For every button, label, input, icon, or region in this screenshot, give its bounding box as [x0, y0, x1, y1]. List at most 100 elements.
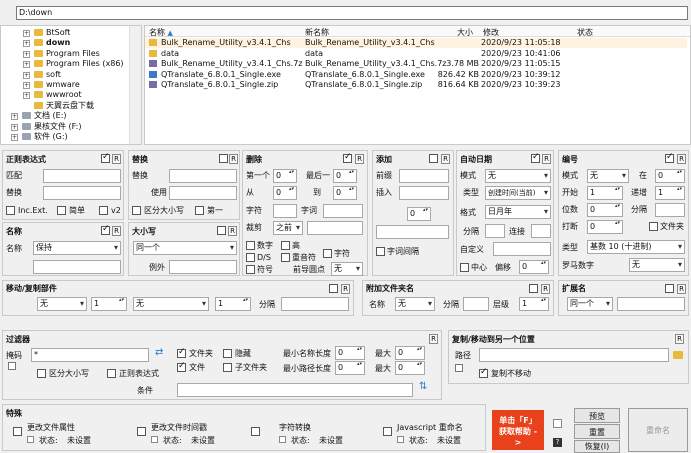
filter-condition-refresh-icon[interactable]: ⇅ — [419, 381, 427, 392]
appendfolder-sep-input[interactable] — [463, 297, 489, 311]
extension-reset-button[interactable]: R — [677, 284, 686, 294]
add-position-spinner[interactable]: 0 — [407, 207, 431, 221]
movecopy-enable-checkbox[interactable] — [329, 284, 338, 293]
add-suffix-input[interactable] — [376, 225, 449, 239]
numbering-pad-spinner[interactable]: 0 — [587, 203, 623, 217]
numbering-sep-input[interactable] — [655, 203, 685, 217]
minimize-icon[interactable] — [553, 419, 562, 428]
numbering-at-spinner[interactable]: 0 — [655, 169, 685, 183]
col-newname[interactable]: 新名称 — [305, 27, 329, 38]
copymove-path-input[interactable] — [479, 348, 669, 362]
expand-toggle-icon[interactable]: + — [23, 61, 30, 69]
case-select[interactable]: 同一个 — [133, 241, 237, 255]
filter-namelen-min-spinner[interactable]: 0 — [335, 346, 365, 360]
remove-digits-checkbox[interactable] — [246, 241, 255, 250]
numbering-incr-spinner[interactable]: 1 — [655, 186, 685, 200]
add-insert-input[interactable] — [399, 186, 449, 200]
remove-crop-input[interactable] — [307, 221, 363, 235]
numbering-break-spinner[interactable]: 0 — [587, 220, 623, 234]
tree-item[interactable]: + wmware — [11, 80, 80, 90]
col-size[interactable]: 大小 — [457, 27, 473, 38]
regex-match-input[interactable] — [43, 169, 121, 183]
regex-simple-checkbox[interactable] — [57, 206, 66, 215]
filter-pathlen-min-spinner[interactable]: 0 — [335, 361, 365, 375]
autodate-custom-input[interactable] — [493, 242, 551, 256]
tree-item[interactable]: + Program Files (x86) — [11, 59, 124, 69]
file-row[interactable]: QTranslate_6.8.0.1_Single.zip QTranslate_… — [145, 80, 687, 90]
autodate-mode-select[interactable]: 无 — [485, 169, 551, 183]
tree-item[interactable]: + wwwroot — [11, 90, 82, 100]
copymove-browse-folder-icon[interactable] — [673, 351, 683, 359]
filter-reset-button[interactable]: R — [429, 334, 438, 344]
filter-regex-checkbox[interactable] — [107, 369, 116, 378]
special-chartrans-checkbox[interactable] — [251, 427, 260, 436]
autodate-connect-input[interactable] — [531, 224, 551, 238]
autodate-center-checkbox[interactable] — [460, 263, 469, 272]
numbering-type-select[interactable]: 基数 10 (十进制) — [587, 240, 685, 254]
special-attr-checkbox[interactable] — [13, 427, 22, 436]
numbering-start-spinner[interactable]: 1 — [587, 186, 623, 200]
filter-swap-icon[interactable]: ⇄ — [155, 347, 163, 358]
expand-toggle-icon[interactable]: + — [23, 30, 30, 37]
autodate-offset-spinner[interactable]: 0 — [519, 260, 549, 274]
remove-chars2-checkbox[interactable] — [323, 249, 332, 258]
regex-reset-button[interactable]: R — [112, 154, 121, 164]
name-enable-checkbox[interactable] — [101, 224, 110, 235]
regex-v2-checkbox[interactable] — [99, 206, 108, 215]
file-row[interactable]: QTranslate_6.8.0.1_Single.exe QTranslate_… — [145, 70, 687, 80]
filter-subfolders-checkbox[interactable] — [223, 363, 232, 372]
copymove-small-icon[interactable] — [455, 364, 463, 372]
remove-chars-input[interactable] — [273, 204, 297, 218]
case-except-input[interactable] — [169, 260, 237, 274]
filter-condition-input[interactable] — [177, 383, 413, 397]
file-row[interactable]: Bulk_Rename_Utility_v3.4.1_Chs Bulk_Renam… — [145, 38, 687, 48]
help-button[interactable]: 单击「F」获取帮助 -> — [492, 410, 544, 450]
copymove-nomove-checkbox[interactable] — [479, 367, 488, 378]
tree-item[interactable]: + down — [11, 38, 70, 48]
remove-to-spinner[interactable]: 0 — [333, 186, 357, 200]
tree-item[interactable]: + 文档 (E:) — [11, 111, 67, 121]
regex-replace-input[interactable] — [43, 186, 121, 200]
remove-from-spinner[interactable]: 0 — [273, 186, 297, 200]
expand-toggle-icon[interactable]: + — [23, 82, 30, 89]
replace-input[interactable] — [169, 169, 237, 183]
file-list[interactable]: 名称 ▲ 新名称 大小 修改 状态 Bulk_Rename_Utility_v3… — [144, 25, 691, 145]
revert-button[interactable]: 恢复(I) — [574, 440, 620, 453]
extension-input[interactable] — [617, 297, 685, 311]
remove-symbols-checkbox[interactable] — [246, 265, 255, 274]
movecopy-select-1[interactable]: 无 — [37, 297, 87, 311]
appendfolder-enable-checkbox[interactable] — [529, 284, 538, 293]
file-row[interactable]: Bulk_Rename_Utility_v3.4.1_Chs.7z Bulk_Re… — [145, 59, 687, 69]
add-wordspace-checkbox[interactable] — [376, 247, 385, 256]
tree-item[interactable]: + 软件 (G:) — [11, 132, 68, 142]
remove-reset-button[interactable]: R — [355, 154, 364, 164]
folder-tree[interactable]: + BtSoft + down + Program Files + Program Files… — [0, 25, 142, 145]
movecopy-sep-input[interactable] — [281, 297, 349, 311]
case-enable-checkbox[interactable] — [217, 226, 226, 235]
tree-item[interactable]: + BtSoft — [11, 28, 70, 38]
expand-toggle-icon[interactable]: + — [11, 123, 18, 131]
autodate-format-select[interactable]: 日月年 — [485, 205, 551, 219]
movecopy-reset-button[interactable]: R — [341, 284, 350, 294]
filter-case-checkbox[interactable] — [37, 369, 46, 378]
autodate-enable-checkbox[interactable] — [531, 152, 540, 163]
expand-toggle-icon[interactable]: + — [23, 71, 30, 79]
regex-enable-checkbox[interactable] — [101, 152, 110, 163]
autodate-sep-input[interactable] — [485, 224, 505, 238]
filter-folders-checkbox[interactable] — [177, 347, 186, 358]
expand-toggle-icon[interactable]: + — [11, 113, 18, 121]
add-enable-checkbox[interactable] — [429, 154, 438, 163]
remove-ds-checkbox[interactable] — [246, 253, 255, 262]
col-name[interactable]: 名称 ▲ — [149, 27, 173, 38]
remove-crop-select[interactable]: 之前 — [273, 221, 303, 235]
replace-case-checkbox[interactable] — [132, 206, 141, 215]
name-select[interactable]: 保持 — [33, 241, 121, 255]
remove-last-spinner[interactable]: 0 — [333, 169, 357, 183]
remove-high-checkbox[interactable] — [281, 241, 290, 250]
extension-enable-checkbox[interactable] — [665, 284, 674, 293]
col-modified[interactable]: 修改 — [483, 27, 499, 38]
remove-enable-checkbox[interactable] — [343, 152, 352, 163]
add-prefix-input[interactable] — [399, 169, 449, 183]
autodate-reset-button[interactable]: R — [542, 154, 551, 164]
extension-select[interactable]: 同一个 — [567, 297, 613, 311]
